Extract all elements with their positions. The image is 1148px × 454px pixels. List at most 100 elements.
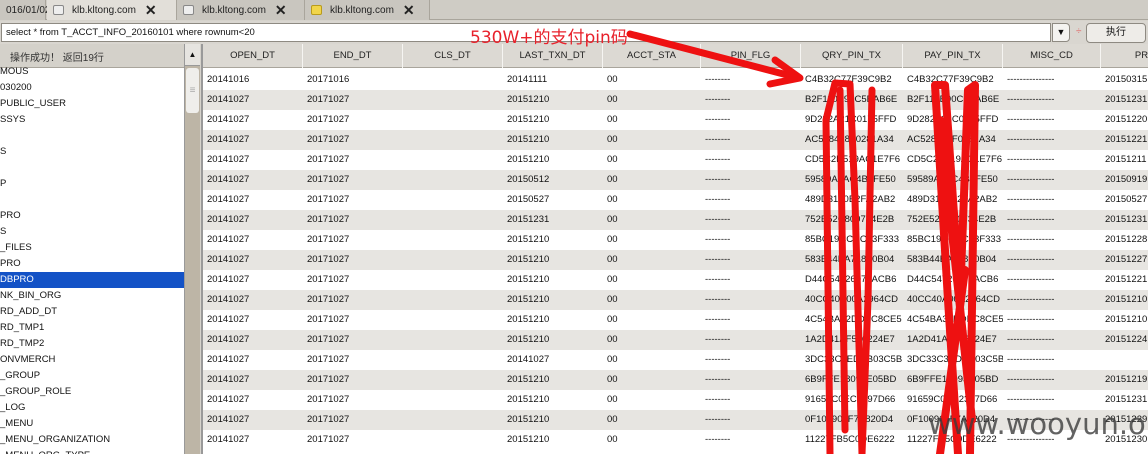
cell-prev-[interactable]: 20151228 bbox=[1101, 230, 1148, 250]
cell-cls-dt[interactable] bbox=[403, 210, 503, 230]
cell-acct-sta[interactable]: 00 bbox=[603, 330, 701, 350]
object-list-item[interactable] bbox=[0, 192, 184, 208]
cell-end-dt[interactable]: 20171027 bbox=[303, 150, 403, 170]
cell-end-dt[interactable]: 20171027 bbox=[303, 190, 403, 210]
cell-last-txn-dt[interactable]: 20150512 bbox=[503, 170, 603, 190]
cell-cls-dt[interactable] bbox=[403, 430, 503, 450]
cell-misc-cd[interactable]: --------------- bbox=[1003, 190, 1101, 210]
cell-open-dt[interactable]: 20141027 bbox=[203, 90, 303, 110]
cell-pay-pin-tx[interactable]: 3DC33C3EDDB03C5B bbox=[903, 350, 1003, 370]
column-header-end-dt[interactable]: END_DT bbox=[303, 44, 403, 68]
cell-end-dt[interactable]: 20171027 bbox=[303, 390, 403, 410]
object-list-item[interactable]: ONVMERCH bbox=[0, 352, 184, 368]
cell-end-dt[interactable]: 20171027 bbox=[303, 230, 403, 250]
cell-misc-cd[interactable]: --------------- bbox=[1003, 210, 1101, 230]
cell-qry-pin-tx[interactable]: 489D3160B2FA2AB2 bbox=[801, 190, 903, 210]
cell-pin-flg[interactable]: -------- bbox=[701, 170, 801, 190]
cell-end-dt[interactable]: 20171027 bbox=[303, 270, 403, 290]
table-row[interactable]: 20141027 20171027 20150512 00 -------- 59589A… bbox=[203, 170, 1148, 190]
cell-cls-dt[interactable] bbox=[403, 410, 503, 430]
cell-last-txn-dt[interactable]: 20141027 bbox=[503, 350, 603, 370]
table-row[interactable]: 20141027 20171027 20151210 00 -------- 6B9FFE… bbox=[203, 370, 1148, 390]
cell-qry-pin-tx[interactable]: 4C54BA32DDBC8CE5 bbox=[801, 310, 903, 330]
cell-prev-[interactable] bbox=[1101, 350, 1148, 370]
cell-qry-pin-tx[interactable]: B2F110E90C5BAB6E bbox=[801, 90, 903, 110]
close-icon[interactable]: ✕ bbox=[275, 2, 287, 19]
cell-cls-dt[interactable] bbox=[403, 390, 503, 410]
cell-misc-cd[interactable]: --------------- bbox=[1003, 270, 1101, 290]
cell-misc-cd[interactable]: --------------- bbox=[1003, 330, 1101, 350]
cell-cls-dt[interactable] bbox=[403, 110, 503, 130]
cell-pay-pin-tx[interactable]: CD5C2D519AC1E7F6 bbox=[903, 150, 1003, 170]
cell-qry-pin-tx[interactable]: 0F100905F7A820D4 bbox=[801, 410, 903, 430]
cell-acct-sta[interactable]: 00 bbox=[603, 230, 701, 250]
cell-last-txn-dt[interactable]: 20151210 bbox=[503, 310, 603, 330]
cell-qry-pin-tx[interactable]: 85BC19CCCC43F333 bbox=[801, 230, 903, 250]
cell-pay-pin-tx[interactable]: 85BC19CCCC43F333 bbox=[903, 230, 1003, 250]
close-icon[interactable]: ✕ bbox=[145, 2, 157, 19]
cell-pay-pin-tx[interactable]: 4C54BA32DDBC8CE5 bbox=[903, 310, 1003, 330]
cell-open-dt[interactable]: 20141027 bbox=[203, 150, 303, 170]
cell-open-dt[interactable]: 20141027 bbox=[203, 130, 303, 150]
cell-qry-pin-tx[interactable]: 40CC40A00A2964CD bbox=[801, 290, 903, 310]
table-row[interactable]: 20141027 20171027 20151210 00 -------- 4C54BA… bbox=[203, 310, 1148, 330]
cell-acct-sta[interactable]: 00 bbox=[603, 70, 701, 90]
cell-cls-dt[interactable] bbox=[403, 150, 503, 170]
column-header-qry-pin-tx[interactable]: QRY_PIN_TX bbox=[801, 44, 903, 68]
cell-last-txn-dt[interactable]: 20151210 bbox=[503, 250, 603, 270]
cell-open-dt[interactable]: 20141027 bbox=[203, 250, 303, 270]
cell-open-dt[interactable]: 20141016 bbox=[203, 70, 303, 90]
cell-pay-pin-tx[interactable]: AC528428F0281A34 bbox=[903, 130, 1003, 150]
cell-prev-[interactable]: 20151224 bbox=[1101, 330, 1148, 350]
cell-prev-[interactable]: 20150919 bbox=[1101, 170, 1148, 190]
cell-prev-[interactable]: 20151227 bbox=[1101, 250, 1148, 270]
cell-qry-pin-tx[interactable]: 583B44BA718F0B04 bbox=[801, 250, 903, 270]
cell-prev-[interactable]: 20151221 bbox=[1101, 270, 1148, 290]
object-list-item[interactable]: _MENU_ORG_TYPE bbox=[0, 448, 184, 454]
table-row[interactable]: 20141027 20171027 20150527 00 -------- 489D31… bbox=[203, 190, 1148, 210]
cell-end-dt[interactable]: 20171027 bbox=[303, 370, 403, 390]
close-icon[interactable]: ✕ bbox=[403, 2, 415, 19]
cell-acct-sta[interactable]: 00 bbox=[603, 210, 701, 230]
cell-pin-flg[interactable]: -------- bbox=[701, 310, 801, 330]
cell-pay-pin-tx[interactable]: D44C54726071ACB6 bbox=[903, 270, 1003, 290]
object-list-item[interactable]: _LOG bbox=[0, 400, 184, 416]
object-list-item[interactable]: S bbox=[0, 224, 184, 240]
cell-last-txn-dt[interactable]: 20151210 bbox=[503, 390, 603, 410]
object-list-item[interactable]: PUBLIC_USER bbox=[0, 96, 184, 112]
cell-acct-sta[interactable]: 00 bbox=[603, 130, 701, 150]
cell-qry-pin-tx[interactable]: D44C54726071ACB6 bbox=[801, 270, 903, 290]
object-list-item[interactable]: _MENU_ORGANIZATION bbox=[0, 432, 184, 448]
object-list-item[interactable]: _FILES bbox=[0, 240, 184, 256]
cell-acct-sta[interactable]: 00 bbox=[603, 190, 701, 210]
cell-end-dt[interactable]: 20171027 bbox=[303, 350, 403, 370]
cell-acct-sta[interactable]: 00 bbox=[603, 350, 701, 370]
cell-prev-[interactable]: 20151210 bbox=[1101, 310, 1148, 330]
tab-klb-2[interactable]: klb.kltong.com ✕ bbox=[177, 0, 305, 20]
cell-open-dt[interactable]: 20141027 bbox=[203, 230, 303, 250]
cell-acct-sta[interactable]: 00 bbox=[603, 310, 701, 330]
cell-pay-pin-tx[interactable]: 583B44BA718F0B04 bbox=[903, 250, 1003, 270]
cell-misc-cd[interactable]: --------------- bbox=[1003, 350, 1101, 370]
cell-qry-pin-tx[interactable]: CD5C2D519AC1E7F6 bbox=[801, 150, 903, 170]
cell-acct-sta[interactable]: 00 bbox=[603, 410, 701, 430]
cell-prev-[interactable]: 20150527 bbox=[1101, 190, 1148, 210]
cell-end-dt[interactable]: 20171016 bbox=[303, 70, 403, 90]
cell-qry-pin-tx[interactable]: 9D282A21C0175FFD bbox=[801, 110, 903, 130]
object-list-item[interactable]: S bbox=[0, 144, 184, 160]
cell-cls-dt[interactable] bbox=[403, 330, 503, 350]
cell-cls-dt[interactable] bbox=[403, 370, 503, 390]
object-list-item[interactable]: P bbox=[0, 176, 184, 192]
cell-pin-flg[interactable]: -------- bbox=[701, 130, 801, 150]
cell-end-dt[interactable]: 20171027 bbox=[303, 110, 403, 130]
object-list-item[interactable]: DBPRO bbox=[0, 272, 184, 288]
cell-open-dt[interactable]: 20141027 bbox=[203, 330, 303, 350]
cell-pay-pin-tx[interactable]: 40CC40A00A2964CD bbox=[903, 290, 1003, 310]
cell-prev-[interactable]: 20151221 bbox=[1101, 130, 1148, 150]
scroll-up-icon[interactable]: ▲ bbox=[185, 44, 200, 66]
cell-open-dt[interactable]: 20141027 bbox=[203, 270, 303, 290]
cell-pay-pin-tx[interactable]: 752E52C800734E2B bbox=[903, 210, 1003, 230]
cell-acct-sta[interactable]: 00 bbox=[603, 170, 701, 190]
column-header-misc-cd[interactable]: MISC_CD bbox=[1003, 44, 1101, 68]
cell-qry-pin-tx[interactable]: 6B9FFE18093E05BD bbox=[801, 370, 903, 390]
